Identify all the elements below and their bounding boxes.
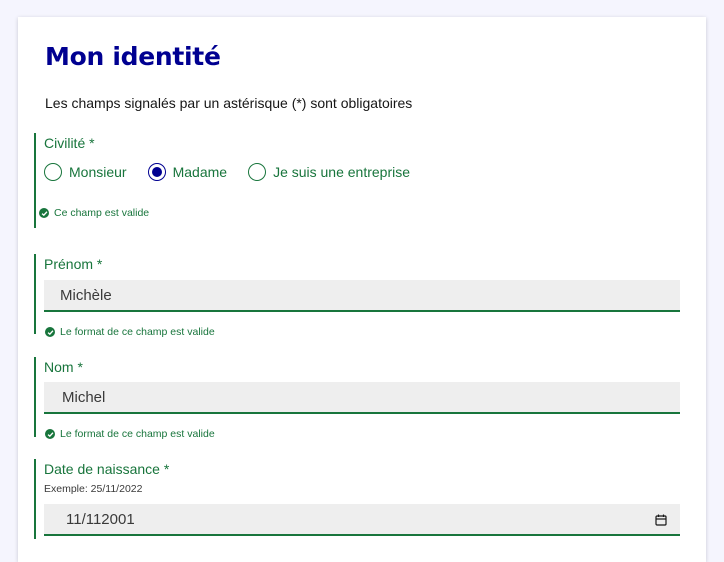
check-circle-icon <box>39 208 49 218</box>
radio-monsieur[interactable]: Monsieur <box>44 163 127 181</box>
radio-circle-monsieur[interactable] <box>44 163 62 181</box>
birth-date-field <box>34 459 36 539</box>
civility-fieldset <box>34 133 36 228</box>
last-name-field <box>34 357 36 437</box>
last-name-label: Nom * <box>44 359 83 375</box>
first-name-valid-message: Le format de ce champ est valide <box>45 326 215 338</box>
first-name-field <box>34 254 36 334</box>
radio-label-entreprise[interactable]: Je suis une entreprise <box>273 164 410 180</box>
radio-selected-dot <box>151 167 162 177</box>
check-circle-icon <box>45 429 55 439</box>
radio-circle-entreprise[interactable] <box>248 163 267 181</box>
birth-date-label: Date de naissance * <box>44 461 170 477</box>
civility-valid-text: Ce champ est valide <box>54 207 150 219</box>
calendar-icon[interactable] <box>655 513 667 530</box>
first-name-input[interactable]: Michèle <box>44 280 680 312</box>
last-name-input[interactable]: Michel <box>44 382 680 414</box>
required-fields-note: Les champs signalés par un astérisque (*… <box>45 95 413 111</box>
birth-date-hint: Exemple: 25/11/2022 <box>44 483 143 495</box>
first-name-value: Michèle <box>60 286 112 304</box>
last-name-valid-text: Le format de ce champ est valide <box>60 428 215 440</box>
radio-label-madame[interactable]: Madame <box>173 164 227 180</box>
civility-label: Civilité * <box>44 135 95 151</box>
radio-entreprise[interactable]: Je suis une entreprise <box>248 163 410 181</box>
radio-circle-madame[interactable] <box>147 163 166 181</box>
last-name-valid-message: Le format de ce champ est valide <box>45 428 215 440</box>
birth-date-input[interactable]: 11/112001 <box>44 504 680 536</box>
radio-label-monsieur[interactable]: Monsieur <box>69 164 127 180</box>
birth-date-value: 11/112001 <box>66 510 135 528</box>
first-name-valid-text: Le format de ce champ est valide <box>60 326 215 338</box>
first-name-label: Prénom * <box>44 256 103 272</box>
check-circle-icon <box>45 327 55 337</box>
civility-radio-group: Monsieur Madame Je suis une entreprise <box>44 163 431 181</box>
radio-madame[interactable]: Madame <box>147 163 227 181</box>
last-name-value: Michel <box>62 388 106 406</box>
page-title: Mon identité <box>45 42 221 71</box>
civility-valid-message: Ce champ est valide <box>39 207 149 219</box>
identity-form-card: Mon identité Les champs signalés par un … <box>18 17 706 562</box>
